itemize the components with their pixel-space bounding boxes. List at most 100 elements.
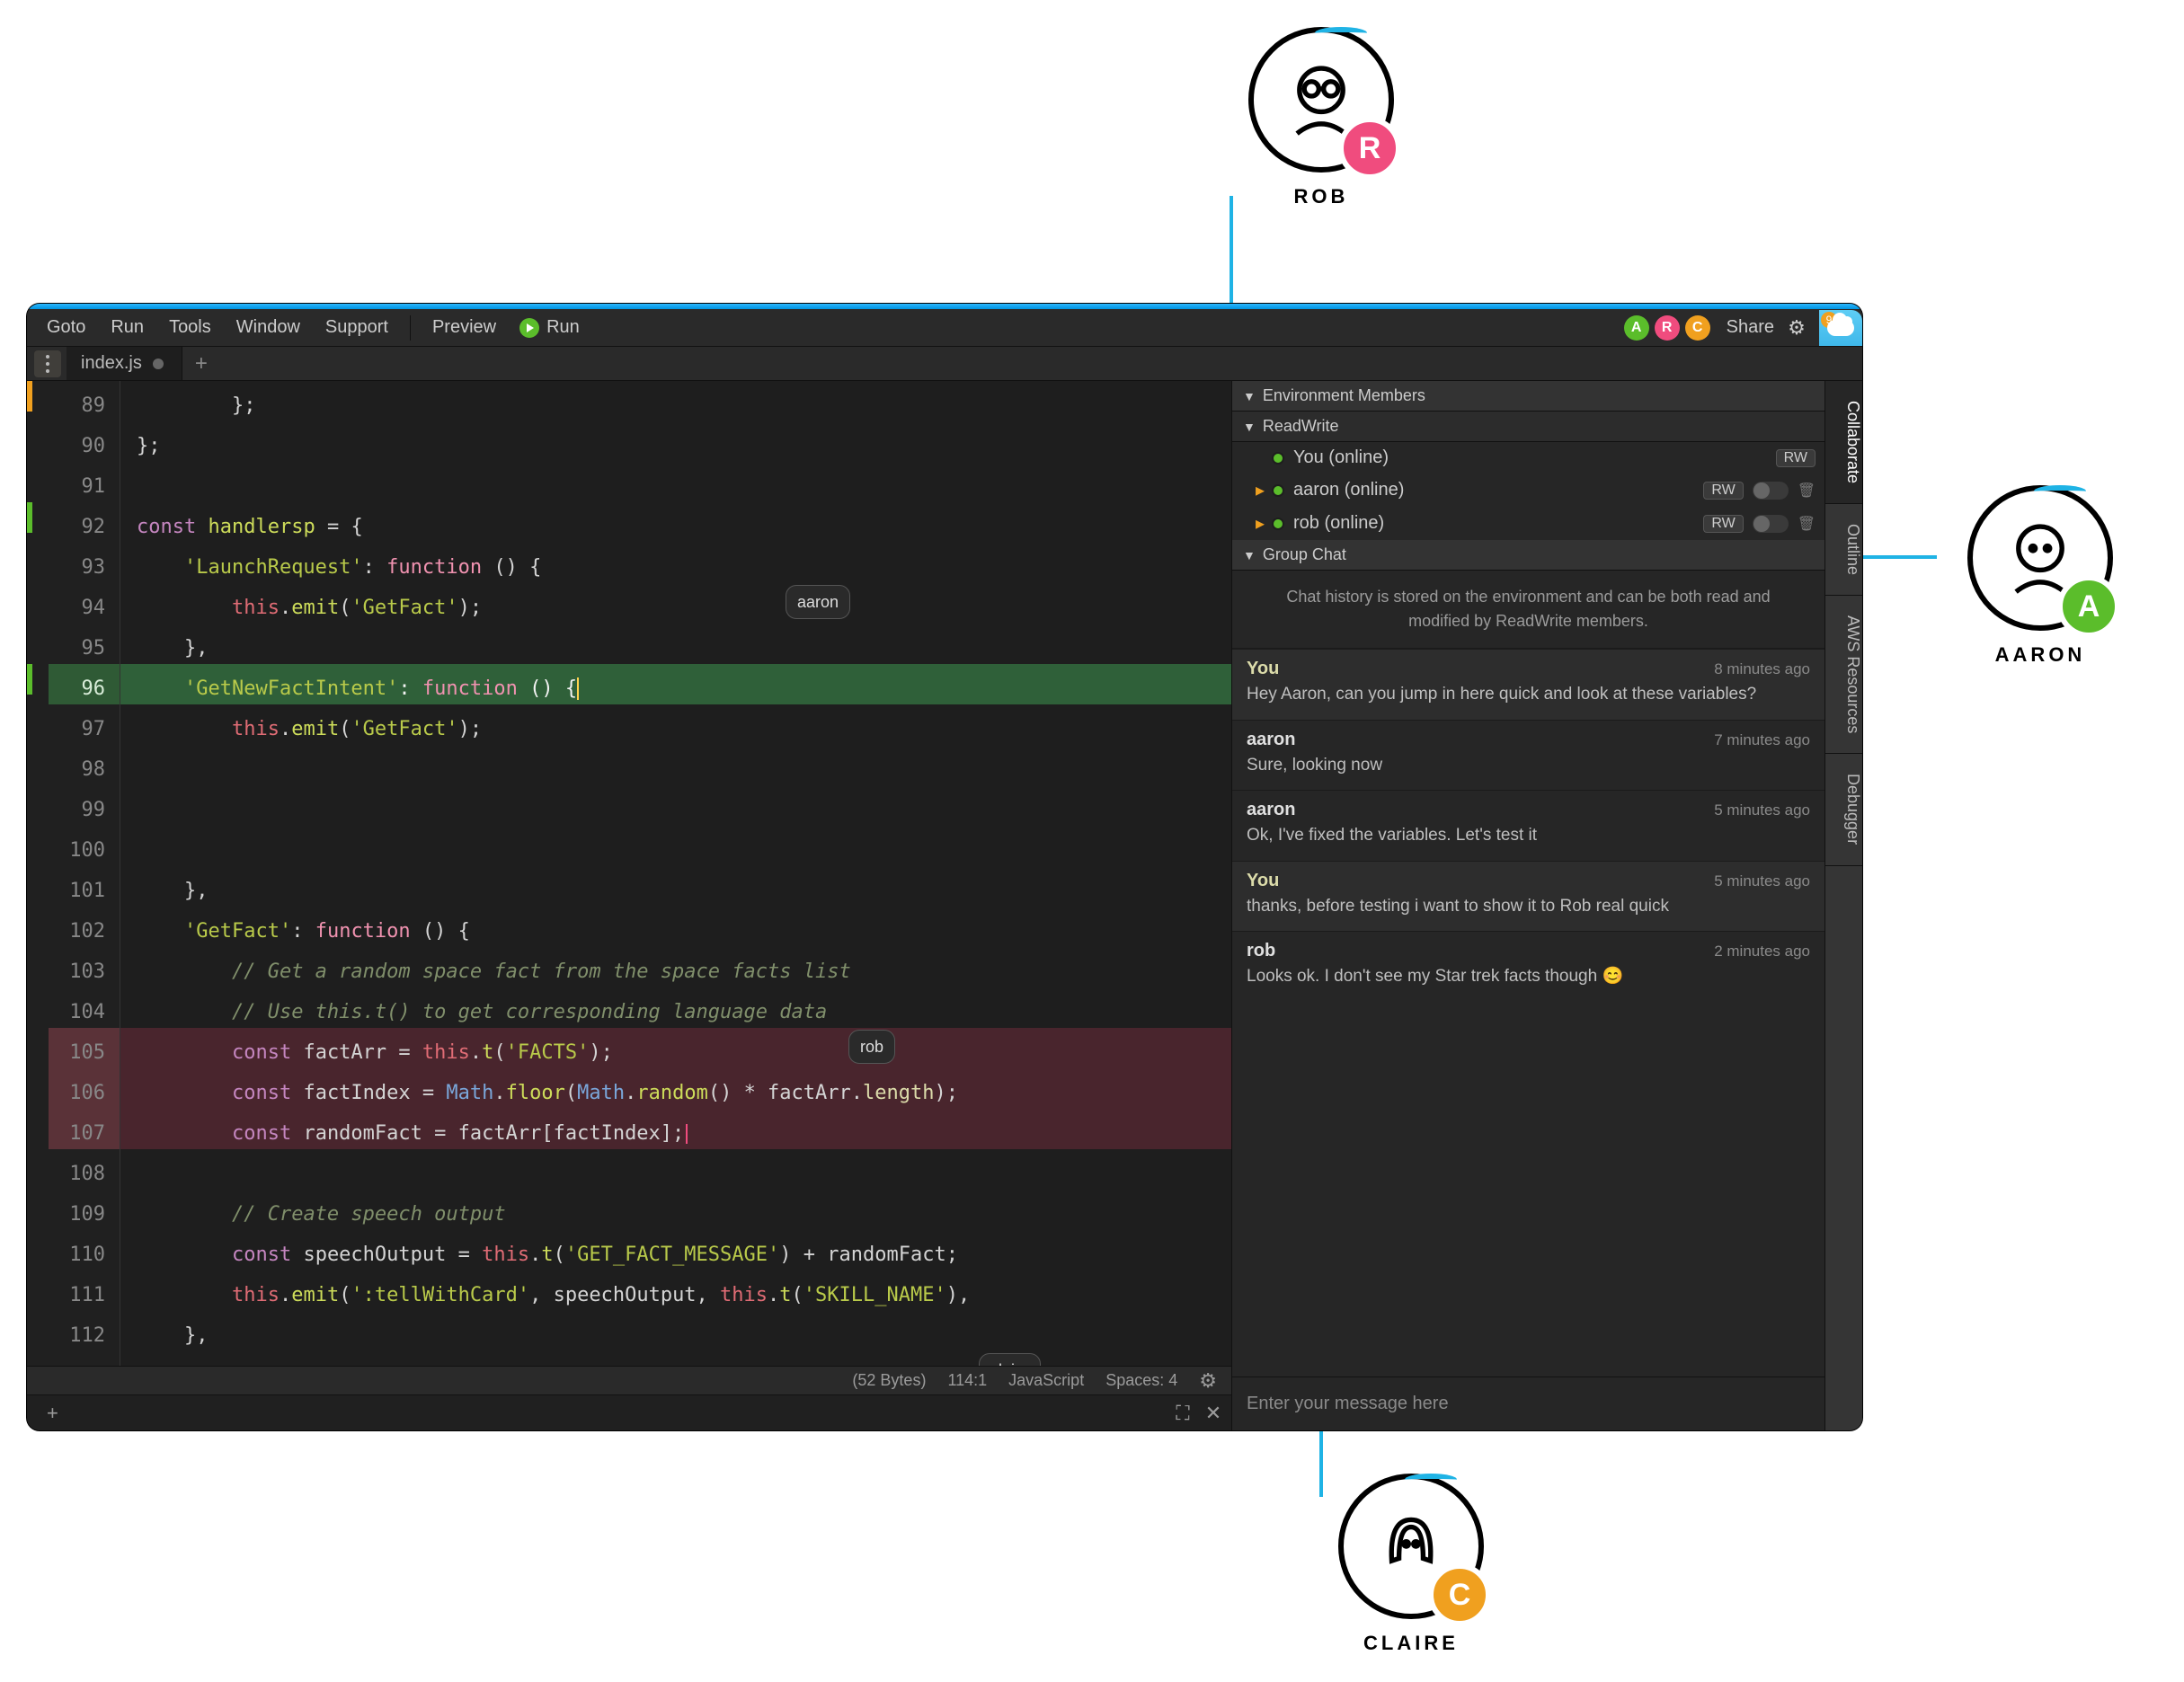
code-line[interactable]: 99: [27, 785, 1231, 826]
line-content[interactable]: [120, 826, 1231, 866]
member-row[interactable]: ▸rob (online)RW: [1232, 507, 1824, 540]
chevron-down-icon: ▼: [1243, 548, 1256, 562]
code-line[interactable]: 89 };: [27, 381, 1231, 421]
side-tab[interactable]: AWS Resources: [1825, 596, 1862, 754]
close-panel-icon[interactable]: ✕: [1201, 1401, 1226, 1426]
code-line[interactable]: 97 this.emit('GetFact');: [27, 704, 1231, 745]
line-content[interactable]: const speechOutput = this.t('GET_FACT_ME…: [120, 1230, 1231, 1270]
code-line[interactable]: 93 'LaunchRequest': function () {: [27, 543, 1231, 583]
code-line[interactable]: 113 'AMAZON.HelpIntent': function () {cl…: [27, 1351, 1231, 1366]
code-line[interactable]: 90};: [27, 421, 1231, 462]
code-line[interactable]: 94 this.emit('GetFact');aaron: [27, 583, 1231, 624]
line-content[interactable]: const factArr = this.t('FACTS');rob: [120, 1028, 1231, 1068]
code-line[interactable]: 100: [27, 826, 1231, 866]
callout-label: AARON: [1995, 643, 2086, 667]
groupchat-header[interactable]: ▼ Group Chat: [1232, 540, 1824, 571]
line-content[interactable]: 'AMAZON.HelpIntent': function () {claire: [120, 1351, 1231, 1366]
code-line[interactable]: 104 // Use this.t() to get corresponding…: [27, 987, 1231, 1028]
code-line[interactable]: 92const handlersp = {: [27, 502, 1231, 543]
code-line[interactable]: 110 const speechOutput = this.t('GET_FAC…: [27, 1230, 1231, 1270]
readwrite-header[interactable]: ▼ ReadWrite: [1232, 412, 1824, 442]
code-line[interactable]: 106 const factIndex = Math.floor(Math.ra…: [27, 1068, 1231, 1109]
code-line[interactable]: 96 'GetNewFactIntent': function () {: [27, 664, 1231, 704]
cloud-button[interactable]: 9: [1819, 310, 1862, 346]
line-content[interactable]: },: [120, 624, 1231, 664]
line-content[interactable]: [120, 745, 1231, 785]
trash-icon[interactable]: [1798, 513, 1816, 534]
code-editor[interactable]: 89 };90};9192const handlersp = {93 'Laun…: [27, 381, 1231, 1366]
line-content[interactable]: [120, 1149, 1231, 1190]
menu-window[interactable]: Window: [224, 317, 313, 338]
code-line[interactable]: 91: [27, 462, 1231, 502]
close-icon[interactable]: [153, 359, 164, 369]
run-button[interactable]: Run: [509, 317, 590, 338]
members-header[interactable]: ▼ Environment Members: [1232, 381, 1824, 412]
code-line[interactable]: 102 'GetFact': function () {: [27, 907, 1231, 947]
code-line[interactable]: 95 },: [27, 624, 1231, 664]
side-tab[interactable]: Outline: [1825, 504, 1862, 596]
caret-icon: ▸: [1256, 479, 1268, 501]
permission-badge[interactable]: RW: [1703, 515, 1743, 533]
line-content[interactable]: 'LaunchRequest': function () {: [120, 543, 1231, 583]
line-content[interactable]: [120, 785, 1231, 826]
file-tab[interactable]: index.js: [67, 347, 182, 380]
code-line[interactable]: 98: [27, 745, 1231, 785]
avatar-c[interactable]: C: [1685, 315, 1710, 341]
member-row[interactable]: You (online)RW: [1232, 442, 1824, 474]
line-content[interactable]: this.emit('GetFact');: [120, 704, 1231, 745]
code-line[interactable]: 109 // Create speech output: [27, 1190, 1231, 1230]
line-content[interactable]: 'GetFact': function () {: [120, 907, 1231, 947]
menu-goto[interactable]: Goto: [34, 317, 98, 338]
line-content[interactable]: const randomFact = factArr[factIndex];: [120, 1109, 1231, 1149]
avatar-a[interactable]: A: [1624, 315, 1649, 341]
code-line[interactable]: 107 const randomFact = factArr[factIndex…: [27, 1109, 1231, 1149]
line-content[interactable]: // Use this.t() to get corresponding lan…: [120, 987, 1231, 1028]
code-line[interactable]: 108: [27, 1149, 1231, 1190]
line-content[interactable]: const handlersp = {: [120, 502, 1231, 543]
permission-badge[interactable]: RW: [1776, 449, 1816, 467]
ide-window: Goto Run Tools Window Support Preview Ru…: [27, 304, 1862, 1430]
status-gear-icon[interactable]: [1199, 1369, 1217, 1393]
panel-toggle[interactable]: [34, 350, 61, 377]
trash-icon[interactable]: [1798, 480, 1816, 500]
line-content[interactable]: 'GetNewFactIntent': function () {: [120, 664, 1231, 704]
code-line[interactable]: 101 },: [27, 866, 1231, 907]
permission-toggle[interactable]: [1753, 515, 1789, 533]
line-content[interactable]: const factIndex = Math.floor(Math.random…: [120, 1068, 1231, 1109]
permission-toggle[interactable]: [1753, 482, 1789, 500]
avatar-r[interactable]: R: [1655, 315, 1680, 341]
line-content[interactable]: },: [120, 1311, 1231, 1351]
add-tab-button[interactable]: +: [182, 351, 220, 376]
menu-run[interactable]: Run: [98, 317, 156, 338]
line-content[interactable]: };: [120, 381, 1231, 421]
line-content[interactable]: [120, 462, 1231, 502]
side-tab[interactable]: Debugger: [1825, 754, 1862, 865]
add-panel-button[interactable]: +: [34, 1402, 71, 1425]
share-button[interactable]: Share: [1710, 317, 1785, 338]
menu-tools[interactable]: Tools: [156, 317, 224, 338]
line-number: 105: [49, 1028, 120, 1068]
permission-badge[interactable]: RW: [1703, 482, 1743, 500]
chat-input[interactable]: Enter your message here: [1232, 1377, 1824, 1430]
line-content[interactable]: // Create speech output: [120, 1190, 1231, 1230]
chat-timestamp: 5 minutes ago: [1714, 872, 1810, 890]
expand-icon[interactable]: ⛶: [1170, 1401, 1195, 1426]
line-content[interactable]: };: [120, 421, 1231, 462]
preview-button[interactable]: Preview: [420, 317, 509, 338]
member-row[interactable]: ▸aaron (online)RW: [1232, 474, 1824, 507]
chat-timestamp: 7 minutes ago: [1714, 731, 1810, 749]
members-title: Environment Members: [1263, 386, 1425, 405]
line-content[interactable]: // Get a random space fact from the spac…: [120, 947, 1231, 987]
menu-support[interactable]: Support: [313, 317, 401, 338]
gear-icon[interactable]: [1785, 316, 1808, 340]
code-line[interactable]: 112 },: [27, 1311, 1231, 1351]
code-line[interactable]: 103 // Get a random space fact from the …: [27, 947, 1231, 987]
ring-notch: [1405, 1474, 1457, 1486]
code-line[interactable]: 111 this.emit(':tellWithCard', speechOut…: [27, 1270, 1231, 1311]
line-content[interactable]: this.emit('GetFact');aaron: [120, 583, 1231, 624]
menu-divider: [410, 315, 411, 341]
code-line[interactable]: 105 const factArr = this.t('FACTS');rob: [27, 1028, 1231, 1068]
line-content[interactable]: },: [120, 866, 1231, 907]
line-content[interactable]: this.emit(':tellWithCard', speechOutput,…: [120, 1270, 1231, 1311]
side-tab[interactable]: Collaborate: [1825, 381, 1862, 504]
